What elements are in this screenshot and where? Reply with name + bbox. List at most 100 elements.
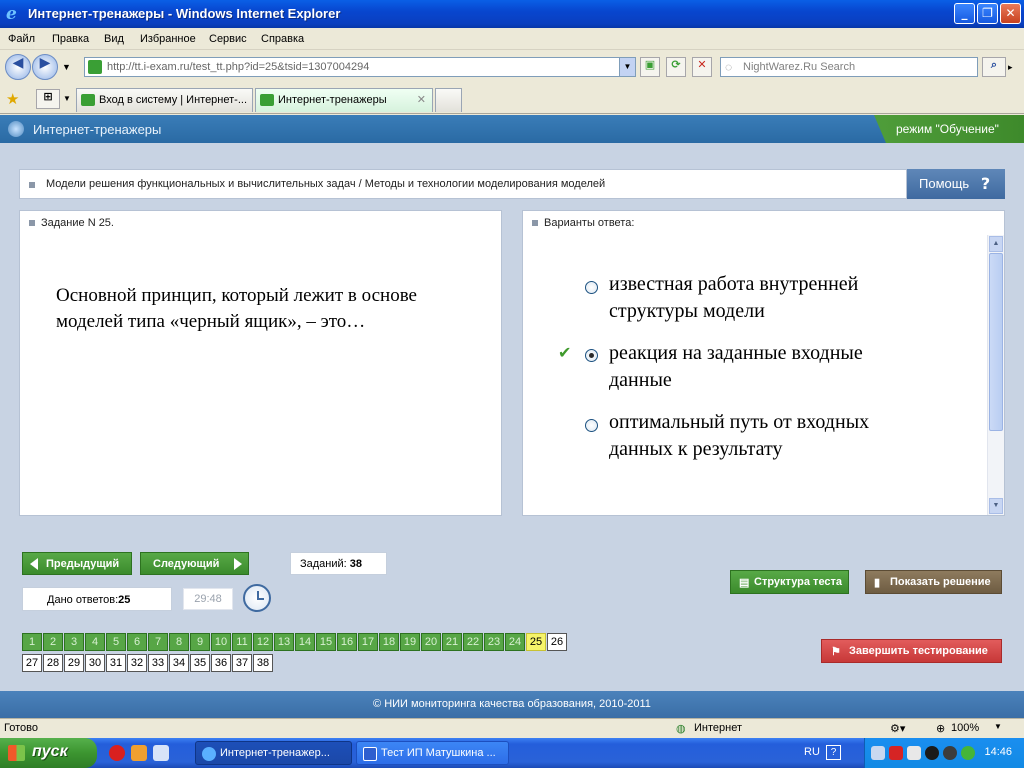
question-number-21[interactable]: 21 — [442, 633, 462, 651]
taskbar-item-ie[interactable]: Интернет-тренажер... — [195, 741, 352, 765]
tab-list-dropdown-icon[interactable]: ▼ — [63, 94, 71, 103]
question-number-10[interactable]: 10 — [211, 633, 231, 651]
menu-favorites[interactable]: Избранное — [140, 33, 196, 45]
next-button[interactable]: Следующий — [140, 552, 249, 575]
history-dropdown-icon[interactable]: ▼ — [62, 62, 71, 72]
tray-network-icon[interactable] — [871, 746, 885, 760]
answer-option-3[interactable]: оптимальный путь от входных данных к рез… — [609, 409, 929, 463]
minimize-button[interactable]: _ — [954, 3, 975, 24]
menu-edit[interactable]: Правка — [52, 33, 89, 45]
new-tab-button[interactable] — [435, 88, 462, 112]
question-number-25[interactable]: 25 — [526, 633, 546, 651]
tab-close-icon[interactable]: ✕ — [417, 93, 426, 106]
stop-icon[interactable]: ✕ — [692, 57, 712, 77]
question-number-19[interactable]: 19 — [400, 633, 420, 651]
address-dropdown-icon[interactable]: ▼ — [619, 58, 635, 76]
question-number-22[interactable]: 22 — [463, 633, 483, 651]
question-number-3[interactable]: 3 — [64, 633, 84, 651]
question-number-33[interactable]: 33 — [148, 654, 168, 672]
tray-antivirus-icon[interactable] — [889, 746, 903, 760]
taskbar-item-word[interactable]: Тест ИП Матушкина ... — [356, 741, 509, 765]
address-url[interactable]: http://tt.i-exam.ru/test_tt.php?id=25&ts… — [107, 61, 369, 73]
compatibility-icon[interactable]: ▣ — [640, 57, 660, 77]
question-number-30[interactable]: 30 — [85, 654, 105, 672]
zoom-level[interactable]: 100% — [951, 722, 979, 734]
opera-icon[interactable] — [109, 745, 125, 761]
start-button[interactable]: пуск — [0, 738, 97, 768]
answer-option-1[interactable]: известная работа внутренней структуры мо… — [609, 271, 929, 325]
question-number-14[interactable]: 14 — [295, 633, 315, 651]
search-field[interactable]: ◌ NightWarez.Ru Search — [720, 57, 978, 77]
question-number-12[interactable]: 12 — [253, 633, 273, 651]
tab-login[interactable]: Вход в систему | Интернет-... — [76, 88, 253, 112]
question-number-34[interactable]: 34 — [169, 654, 189, 672]
test-structure-button[interactable]: ▤ Структура теста — [730, 570, 849, 594]
answer-option-2[interactable]: реакция на заданные входные данные — [609, 340, 929, 394]
question-number-13[interactable]: 13 — [274, 633, 294, 651]
show-desktop-icon[interactable] — [153, 745, 169, 761]
protected-mode-icon[interactable]: ⚙▾ — [890, 722, 905, 735]
address-field[interactable]: http://tt.i-exam.ru/test_tt.php?id=25&ts… — [84, 57, 636, 77]
question-number-29[interactable]: 29 — [64, 654, 84, 672]
language-indicator[interactable]: RU — [804, 746, 820, 758]
question-number-37[interactable]: 37 — [232, 654, 252, 672]
search-placeholder[interactable]: NightWarez.Ru Search — [743, 61, 855, 73]
question-number-4[interactable]: 4 — [85, 633, 105, 651]
question-number-2[interactable]: 2 — [43, 633, 63, 651]
quick-launch-icon[interactable] — [131, 745, 147, 761]
question-number-32[interactable]: 32 — [127, 654, 147, 672]
menu-tools[interactable]: Сервис — [209, 33, 247, 45]
back-button[interactable]: ◀ — [5, 54, 31, 80]
tray-update-icon[interactable] — [961, 746, 975, 760]
forward-button[interactable]: ▶ — [32, 54, 58, 80]
zoom-dropdown-icon[interactable]: ▼ — [994, 722, 1002, 731]
answers-scrollbar[interactable]: ▲ ▼ — [987, 235, 1004, 515]
question-number-1[interactable]: 1 — [22, 633, 42, 651]
scroll-up-icon[interactable]: ▲ — [989, 236, 1003, 252]
question-number-18[interactable]: 18 — [379, 633, 399, 651]
maximize-button[interactable]: ❐ — [977, 3, 998, 24]
tray-volume-icon[interactable] — [907, 746, 921, 760]
question-number-11[interactable]: 11 — [232, 633, 252, 651]
scroll-thumb[interactable] — [989, 253, 1003, 431]
menu-help[interactable]: Справка — [261, 33, 304, 45]
question-number-17[interactable]: 17 — [358, 633, 378, 651]
question-number-31[interactable]: 31 — [106, 654, 126, 672]
question-number-7[interactable]: 7 — [148, 633, 168, 651]
answer-radio-2[interactable] — [585, 349, 598, 362]
scroll-down-icon[interactable]: ▼ — [989, 498, 1003, 514]
refresh-icon[interactable]: ⟳ — [666, 57, 686, 77]
search-button[interactable]: ⌕ — [982, 57, 1006, 77]
question-number-23[interactable]: 23 — [484, 633, 504, 651]
favorites-star-icon[interactable]: ★ — [6, 90, 19, 108]
question-number-9[interactable]: 9 — [190, 633, 210, 651]
question-number-28[interactable]: 28 — [43, 654, 63, 672]
close-window-button[interactable]: ✕ — [1000, 3, 1021, 24]
question-number-5[interactable]: 5 — [106, 633, 126, 651]
answer-radio-1[interactable] — [585, 281, 598, 294]
question-number-20[interactable]: 20 — [421, 633, 441, 651]
question-number-27[interactable]: 27 — [22, 654, 42, 672]
tray-app-icon[interactable] — [925, 746, 939, 760]
question-number-26[interactable]: 26 — [547, 633, 567, 651]
tray-disk-icon[interactable] — [943, 746, 957, 760]
question-number-35[interactable]: 35 — [190, 654, 210, 672]
menu-view[interactable]: Вид — [104, 33, 124, 45]
previous-button[interactable]: Предыдущий — [22, 552, 132, 575]
menu-file[interactable]: Файл — [8, 33, 35, 45]
question-number-36[interactable]: 36 — [211, 654, 231, 672]
show-solution-button[interactable]: ▮ Показать решение — [865, 570, 1002, 594]
question-number-8[interactable]: 8 — [169, 633, 189, 651]
quick-tabs-icon[interactable]: ⊞ — [36, 89, 60, 109]
search-options-icon[interactable]: ▸ — [1008, 62, 1013, 73]
answer-radio-3[interactable] — [585, 419, 598, 432]
question-number-6[interactable]: 6 — [127, 633, 147, 651]
finish-test-button[interactable]: ⚑ Завершить тестирование — [821, 639, 1002, 663]
question-number-24[interactable]: 24 — [505, 633, 525, 651]
question-number-38[interactable]: 38 — [253, 654, 273, 672]
help-tray-icon[interactable]: ? — [826, 745, 841, 760]
question-number-15[interactable]: 15 — [316, 633, 336, 651]
help-button[interactable]: Помощь ? — [907, 169, 1005, 199]
tab-trainers[interactable]: Интернет-тренажеры ✕ — [255, 88, 433, 112]
question-number-16[interactable]: 16 — [337, 633, 357, 651]
